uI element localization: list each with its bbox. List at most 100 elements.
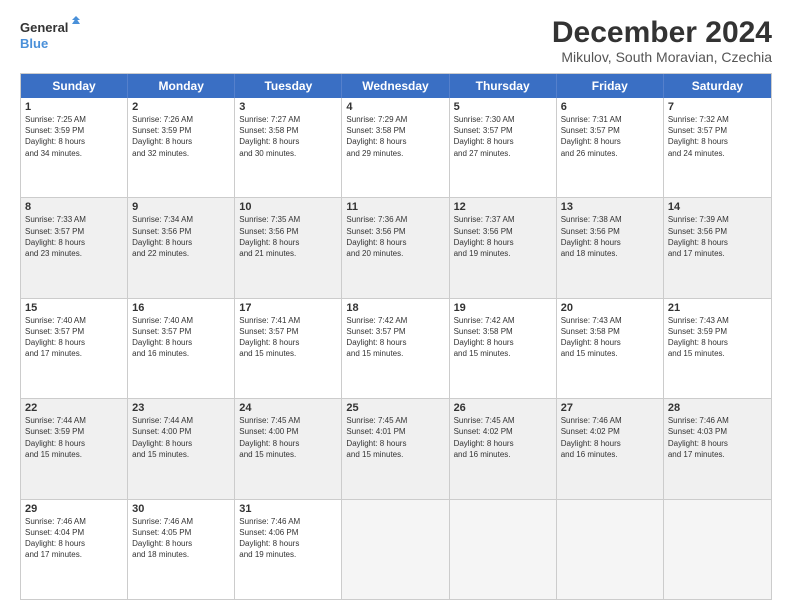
cell-info: Daylight: 8 hours bbox=[25, 438, 123, 449]
header-day-friday: Friday bbox=[557, 74, 664, 98]
cell-info: and 18 minutes. bbox=[132, 549, 230, 560]
page-title: December 2024 bbox=[552, 16, 772, 49]
cell-info: Daylight: 8 hours bbox=[25, 538, 123, 549]
cell-info: Daylight: 8 hours bbox=[239, 538, 337, 549]
calendar-cell-1-7: 7Sunrise: 7:32 AMSunset: 3:57 PMDaylight… bbox=[664, 98, 771, 197]
calendar-cell-3-3: 17Sunrise: 7:41 AMSunset: 3:57 PMDayligh… bbox=[235, 299, 342, 398]
header-day-sunday: Sunday bbox=[21, 74, 128, 98]
cell-info: Sunrise: 7:46 AM bbox=[668, 415, 767, 426]
cell-info: Sunrise: 7:36 AM bbox=[346, 214, 444, 225]
cell-info: Sunrise: 7:25 AM bbox=[25, 114, 123, 125]
calendar-cell-5-7 bbox=[664, 500, 771, 599]
cell-info: Sunrise: 7:42 AM bbox=[346, 315, 444, 326]
day-number: 3 bbox=[239, 101, 337, 113]
day-number: 4 bbox=[346, 101, 444, 113]
day-number: 11 bbox=[346, 201, 444, 213]
calendar-cell-5-3: 31Sunrise: 7:46 AMSunset: 4:06 PMDayligh… bbox=[235, 500, 342, 599]
cell-info: Sunset: 3:57 PM bbox=[25, 226, 123, 237]
header-day-wednesday: Wednesday bbox=[342, 74, 449, 98]
cell-info: Sunrise: 7:26 AM bbox=[132, 114, 230, 125]
cell-info: Daylight: 8 hours bbox=[346, 136, 444, 147]
cell-info: Daylight: 8 hours bbox=[132, 337, 230, 348]
cell-info: Daylight: 8 hours bbox=[668, 438, 767, 449]
day-number: 6 bbox=[561, 101, 659, 113]
cell-info: Daylight: 8 hours bbox=[239, 136, 337, 147]
cell-info: Sunset: 3:59 PM bbox=[132, 125, 230, 136]
cell-info: and 15 minutes. bbox=[561, 348, 659, 359]
day-number: 15 bbox=[25, 302, 123, 314]
cell-info: Sunrise: 7:40 AM bbox=[25, 315, 123, 326]
cell-info: Daylight: 8 hours bbox=[561, 237, 659, 248]
cell-info: Daylight: 8 hours bbox=[668, 136, 767, 147]
day-number: 16 bbox=[132, 302, 230, 314]
header-day-saturday: Saturday bbox=[664, 74, 771, 98]
cell-info: Sunset: 3:56 PM bbox=[346, 226, 444, 237]
calendar-body: 1Sunrise: 7:25 AMSunset: 3:59 PMDaylight… bbox=[21, 98, 771, 599]
cell-info: and 15 minutes. bbox=[132, 449, 230, 460]
cell-info: Sunrise: 7:45 AM bbox=[346, 415, 444, 426]
cell-info: Sunset: 3:56 PM bbox=[454, 226, 552, 237]
cell-info: and 19 minutes. bbox=[239, 549, 337, 560]
svg-text:Blue: Blue bbox=[20, 36, 48, 51]
calendar-row-4: 22Sunrise: 7:44 AMSunset: 3:59 PMDayligh… bbox=[21, 398, 771, 498]
cell-info: Sunset: 3:57 PM bbox=[561, 125, 659, 136]
calendar-cell-4-2: 23Sunrise: 7:44 AMSunset: 4:00 PMDayligh… bbox=[128, 399, 235, 498]
calendar-cell-5-5 bbox=[450, 500, 557, 599]
calendar-header: SundayMondayTuesdayWednesdayThursdayFrid… bbox=[21, 74, 771, 98]
cell-info: Sunrise: 7:38 AM bbox=[561, 214, 659, 225]
cell-info: and 29 minutes. bbox=[346, 148, 444, 159]
cell-info: Sunset: 4:02 PM bbox=[561, 426, 659, 437]
calendar-cell-5-6 bbox=[557, 500, 664, 599]
cell-info: Sunrise: 7:40 AM bbox=[132, 315, 230, 326]
cell-info: and 15 minutes. bbox=[239, 348, 337, 359]
cell-info: Sunset: 3:57 PM bbox=[454, 125, 552, 136]
cell-info: Sunrise: 7:42 AM bbox=[454, 315, 552, 326]
day-number: 8 bbox=[25, 201, 123, 213]
calendar-cell-3-2: 16Sunrise: 7:40 AMSunset: 3:57 PMDayligh… bbox=[128, 299, 235, 398]
cell-info: Daylight: 8 hours bbox=[25, 237, 123, 248]
cell-info: Sunrise: 7:29 AM bbox=[346, 114, 444, 125]
cell-info: Sunset: 4:06 PM bbox=[239, 527, 337, 538]
day-number: 20 bbox=[561, 302, 659, 314]
cell-info: Sunset: 3:58 PM bbox=[239, 125, 337, 136]
cell-info: Sunset: 3:56 PM bbox=[239, 226, 337, 237]
day-number: 22 bbox=[25, 402, 123, 414]
day-number: 7 bbox=[668, 101, 767, 113]
cell-info: Daylight: 8 hours bbox=[132, 438, 230, 449]
cell-info: Sunrise: 7:46 AM bbox=[239, 516, 337, 527]
cell-info: Daylight: 8 hours bbox=[132, 538, 230, 549]
cell-info: and 17 minutes. bbox=[25, 348, 123, 359]
day-number: 23 bbox=[132, 402, 230, 414]
calendar-cell-2-3: 10Sunrise: 7:35 AMSunset: 3:56 PMDayligh… bbox=[235, 198, 342, 297]
cell-info: and 21 minutes. bbox=[239, 248, 337, 259]
cell-info: Sunrise: 7:41 AM bbox=[239, 315, 337, 326]
cell-info: Sunset: 4:00 PM bbox=[239, 426, 337, 437]
cell-info: and 15 minutes. bbox=[346, 348, 444, 359]
page: General Blue December 2024 Mikulov, Sout… bbox=[0, 0, 792, 612]
day-number: 25 bbox=[346, 402, 444, 414]
calendar-cell-1-4: 4Sunrise: 7:29 AMSunset: 3:58 PMDaylight… bbox=[342, 98, 449, 197]
cell-info: Sunset: 3:59 PM bbox=[25, 426, 123, 437]
calendar-cell-1-6: 6Sunrise: 7:31 AMSunset: 3:57 PMDaylight… bbox=[557, 98, 664, 197]
cell-info: Daylight: 8 hours bbox=[132, 237, 230, 248]
cell-info: Daylight: 8 hours bbox=[561, 337, 659, 348]
day-number: 21 bbox=[668, 302, 767, 314]
calendar-cell-1-2: 2Sunrise: 7:26 AMSunset: 3:59 PMDaylight… bbox=[128, 98, 235, 197]
calendar-cell-4-7: 28Sunrise: 7:46 AMSunset: 4:03 PMDayligh… bbox=[664, 399, 771, 498]
cell-info: Sunset: 3:57 PM bbox=[132, 326, 230, 337]
cell-info: Sunset: 3:57 PM bbox=[668, 125, 767, 136]
cell-info: and 15 minutes. bbox=[454, 348, 552, 359]
cell-info: Sunset: 3:56 PM bbox=[668, 226, 767, 237]
calendar-cell-2-6: 13Sunrise: 7:38 AMSunset: 3:56 PMDayligh… bbox=[557, 198, 664, 297]
cell-info: and 27 minutes. bbox=[454, 148, 552, 159]
cell-info: and 17 minutes. bbox=[668, 248, 767, 259]
cell-info: and 17 minutes. bbox=[668, 449, 767, 460]
cell-info: Sunrise: 7:46 AM bbox=[561, 415, 659, 426]
cell-info: and 32 minutes. bbox=[132, 148, 230, 159]
header: General Blue December 2024 Mikulov, Sout… bbox=[20, 16, 772, 65]
day-number: 30 bbox=[132, 503, 230, 515]
cell-info: and 16 minutes. bbox=[454, 449, 552, 460]
cell-info: Daylight: 8 hours bbox=[239, 237, 337, 248]
cell-info: Sunset: 3:56 PM bbox=[132, 226, 230, 237]
calendar-cell-1-3: 3Sunrise: 7:27 AMSunset: 3:58 PMDaylight… bbox=[235, 98, 342, 197]
